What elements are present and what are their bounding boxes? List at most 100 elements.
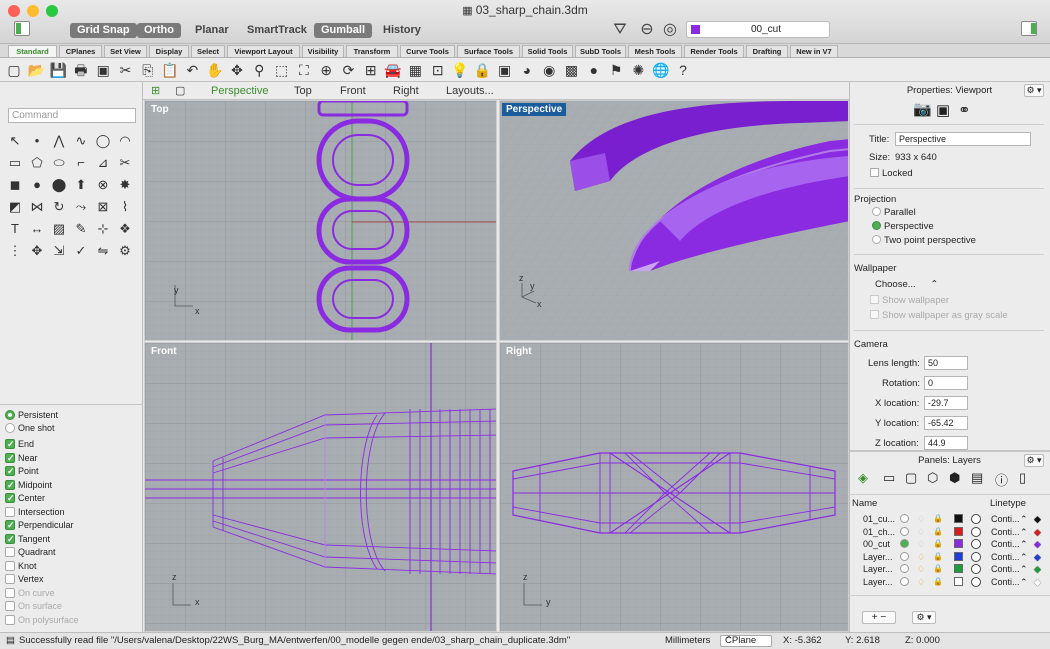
layer-icon[interactable]: ▣	[495, 60, 515, 80]
osnap-persistent[interactable]: Persistent	[5, 409, 58, 422]
radio-button[interactable]	[5, 410, 15, 420]
sphere-icon[interactable]: ●	[584, 60, 604, 80]
checkbox[interactable]	[5, 438, 15, 451]
osnap-item[interactable]: Vertex	[5, 573, 44, 586]
lock-icon[interactable]: 🔒	[933, 563, 943, 575]
ellipse-icon[interactable]: ⬭	[50, 154, 68, 172]
osnap-item[interactable]: Point	[5, 465, 39, 478]
extrude-icon[interactable]: ⬆	[72, 176, 90, 194]
checkbox[interactable]	[5, 560, 15, 571]
current-layer-indicator[interactable]	[900, 564, 909, 573]
toolbar-tab[interactable]: CPlanes	[59, 45, 102, 57]
select-arrow-icon[interactable]: ↖	[6, 132, 24, 150]
grid-snap-toggle[interactable]: Grid Snap	[70, 23, 137, 38]
checkbox[interactable]	[5, 601, 15, 611]
rectangle-icon[interactable]: ▭	[6, 154, 24, 172]
material-icon[interactable]	[971, 514, 981, 524]
current-layer-indicator[interactable]	[900, 514, 909, 523]
offset-icon[interactable]: ⊿	[94, 154, 112, 172]
layers-column-linetype[interactable]: Linetype	[990, 498, 1026, 509]
cut-icon[interactable]: ✂	[116, 60, 136, 80]
display-tab-icon[interactable]: ▣	[936, 101, 950, 119]
document-panel-icon[interactable]: ▯	[1019, 470, 1026, 486]
loft-icon[interactable]: ⋈	[28, 198, 46, 216]
zoom-selected-icon[interactable]: ⊕	[316, 60, 336, 80]
globe-icon[interactable]: 🌐	[651, 60, 671, 80]
layer-color-swatch[interactable]	[954, 551, 963, 561]
bulb-icon[interactable]: ♢	[917, 513, 925, 525]
tab-layouts[interactable]: Layouts...	[446, 84, 494, 98]
lock-icon[interactable]: 🔒	[933, 526, 943, 538]
viewport-title-field[interactable]: Perspective	[895, 132, 1031, 146]
cplane-selector[interactable]: CPlane ⌃	[720, 635, 772, 647]
osnap-item[interactable]: Quadrant	[5, 546, 56, 559]
import-icon[interactable]: ▣	[93, 60, 113, 80]
explode-icon[interactable]: ✸	[116, 176, 134, 194]
units-display[interactable]: Millimeters	[665, 633, 710, 649]
status-panel-icon[interactable]: ▤	[6, 633, 15, 649]
osnap-item[interactable]: Near	[5, 452, 38, 465]
toolbar-tab[interactable]: Render Tools	[684, 45, 744, 57]
lock-icon[interactable]: 🔒	[933, 538, 943, 550]
tab-perspective[interactable]: Perspective	[211, 84, 268, 98]
print-color-diamond-icon[interactable]: ◆	[1034, 563, 1041, 575]
osnap-item[interactable]: Perpendicular	[5, 519, 74, 532]
car-icon[interactable]: 🚘	[383, 60, 403, 80]
perspective-viewport[interactable]: Perspective z y x	[499, 100, 849, 341]
layer-row[interactable]: Layer... ♢ 🔒 Conti... ⌃ ◆	[850, 576, 1050, 588]
display-icon[interactable]: ▤	[971, 470, 983, 486]
bulb-icon[interactable]: ♢	[917, 551, 925, 563]
move-icon[interactable]: ✥	[227, 60, 247, 80]
layer-color-swatch[interactable]	[954, 576, 963, 586]
fillet-curve-icon[interactable]: ⌐	[72, 154, 90, 172]
undo-icon[interactable]: ↶	[182, 60, 202, 80]
tab-front[interactable]: Front	[340, 84, 366, 98]
sphere-icon[interactable]: ●	[28, 176, 46, 194]
hatch-icon[interactable]: ▨	[50, 220, 68, 238]
flag-icon[interactable]: ⚑	[606, 60, 626, 80]
mirror-icon[interactable]: ⇋	[94, 242, 112, 260]
bulb-icon[interactable]: 💡	[450, 60, 470, 80]
z-location-field[interactable]: 44.9	[924, 436, 968, 450]
sweep-icon[interactable]: ⤳	[72, 198, 90, 216]
osnap-item[interactable]: Tangent	[5, 533, 50, 546]
zoom-icon[interactable]: ⚲	[249, 60, 269, 80]
print-color-diamond-icon[interactable]: ◆	[1034, 538, 1041, 550]
y-location-field[interactable]: -65.42	[924, 416, 968, 430]
color-wheel-icon[interactable]: ✺	[628, 60, 648, 80]
lock-icon[interactable]: 🔒	[933, 551, 943, 563]
osnap-item[interactable]: Center	[5, 492, 45, 505]
new-layer-icon[interactable]: ▭	[883, 470, 895, 486]
checkbox[interactable]	[5, 533, 15, 546]
osnap-item[interactable]: End	[5, 438, 34, 451]
print-icon[interactable]: 🖶	[71, 60, 91, 80]
cplane-icon[interactable]: ⊡	[428, 60, 448, 80]
checkbox[interactable]	[5, 547, 15, 557]
layer-linetype[interactable]: Conti...	[991, 563, 1020, 575]
layer-row[interactable]: 01_ch... ♢ 🔒 Conti... ⌃ ◆	[850, 526, 1050, 538]
toolbar-tab[interactable]: SubD Tools	[575, 45, 626, 57]
annotation-icon[interactable]: ✎	[72, 220, 90, 238]
four-viewports-icon[interactable]: ⊞	[361, 60, 381, 80]
osnap-item[interactable]: On curve	[5, 587, 55, 600]
array-icon[interactable]: ⋮	[6, 242, 24, 260]
current-layer-selector[interactable]: 00_cut	[686, 21, 830, 38]
gumball-toggle[interactable]: Gumball	[314, 23, 373, 38]
new-file-icon[interactable]: ▢	[4, 60, 24, 80]
print-color-diamond-icon[interactable]: ◆	[1034, 513, 1041, 525]
layer-row[interactable]: 00_cut ♢ 🔒 Conti... ⌃ ◆	[850, 538, 1050, 550]
choose-wallpaper-popup[interactable]: Choose... ⌃	[875, 279, 938, 290]
planar-toggle[interactable]: Planar	[188, 23, 236, 38]
bulb-icon[interactable]: ♢	[917, 538, 925, 550]
command-input[interactable]: Command	[8, 108, 136, 123]
surface-icon[interactable]: ◩	[6, 198, 24, 216]
material-icon[interactable]	[971, 576, 981, 587]
toolbar-tab[interactable]: Surface Tools	[457, 45, 520, 57]
check-icon[interactable]: ✓	[72, 242, 90, 260]
curve-icon[interactable]: ∿	[72, 132, 90, 150]
render-sphere-icon[interactable]: ◉	[539, 60, 559, 80]
osnap-item[interactable]: Knot	[5, 560, 37, 573]
osnap-one-shot[interactable]: One shot	[5, 422, 55, 435]
layer-row[interactable]: Layer... ♢ 🔒 Conti... ⌃ ◆	[850, 551, 1050, 563]
locked-checkbox[interactable]: Locked	[870, 168, 913, 179]
